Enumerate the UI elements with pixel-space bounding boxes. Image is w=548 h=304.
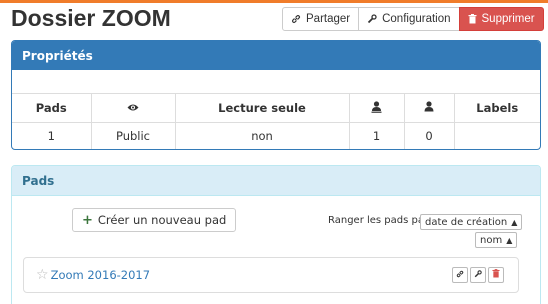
col-visibility [90,93,176,123]
pad-share-button[interactable] [452,267,468,283]
create-pad-button[interactable]: + Créer un nouveau pad [72,208,237,232]
plus-icon: + [82,212,93,228]
header-actions: Partager Configuration Supprimer [282,7,544,31]
delete-button-label: Supprimer [481,13,535,25]
cell-visibility: Public [90,122,176,149]
star-icon[interactable]: ☆ [36,267,49,283]
wrench-icon [367,14,377,24]
caret-up-icon: ▲ [511,217,518,227]
pad-delete-button[interactable] [488,267,504,283]
pads-heading: Pads [12,166,540,196]
pad-config-button[interactable] [470,267,486,283]
pad-actions [452,267,504,283]
cell-admins: 1 [348,122,405,149]
admin-user-icon [371,100,382,116]
delete-button[interactable]: Supprimer [458,7,544,31]
col-admins [348,93,405,123]
col-readonly: Lecture seule [174,93,350,123]
sort-name-label: nom [480,234,503,246]
properties-heading: Propriétés [12,41,540,70]
cell-pads: 1 [12,122,92,149]
top-accent-line [0,0,548,3]
link-icon [456,270,464,281]
link-icon [291,14,301,24]
create-pad-label: Créer un nouveau pad [97,213,227,227]
col-labels: Labels [453,93,540,123]
cell-labels [453,122,540,149]
configuration-button-label: Configuration [382,13,451,25]
wrench-icon [474,269,482,281]
cell-users: 0 [403,122,455,149]
sort-label: Ranger les pads par [328,215,429,226]
pad-link[interactable]: Zoom 2016-2017 [51,268,151,282]
caret-up-icon: ▲ [506,235,513,245]
sort-by-date-button[interactable]: date de création ▲ [420,214,523,230]
table-row: 1 Public non 1 0 [12,122,540,149]
properties-table: Pads Lecture seule Labels 1 Public non 1… [12,93,540,149]
list-item: ☆ Zoom 2016-2017 [23,257,519,293]
trash-icon [492,269,500,281]
sort-by-name-button[interactable]: nom ▲ [475,232,518,248]
col-users [403,93,455,123]
user-icon [424,101,434,115]
share-button[interactable]: Partager [282,7,360,31]
properties-header-row: Pads Lecture seule Labels [12,93,540,123]
cell-readonly: non [174,122,350,149]
share-button-label: Partager [306,13,351,25]
properties-panel: Propriétés Pads Lecture seule Labels 1 P… [11,40,541,150]
eye-icon [127,101,139,115]
trash-icon [468,14,477,24]
configuration-button[interactable]: Configuration [358,7,460,31]
sort-date-label: date de création [425,216,508,228]
page-title: Dossier ZOOM [11,5,171,31]
pads-panel: Pads + Créer un nouveau pad Ranger les p… [11,165,541,304]
col-pads: Pads [12,93,92,123]
